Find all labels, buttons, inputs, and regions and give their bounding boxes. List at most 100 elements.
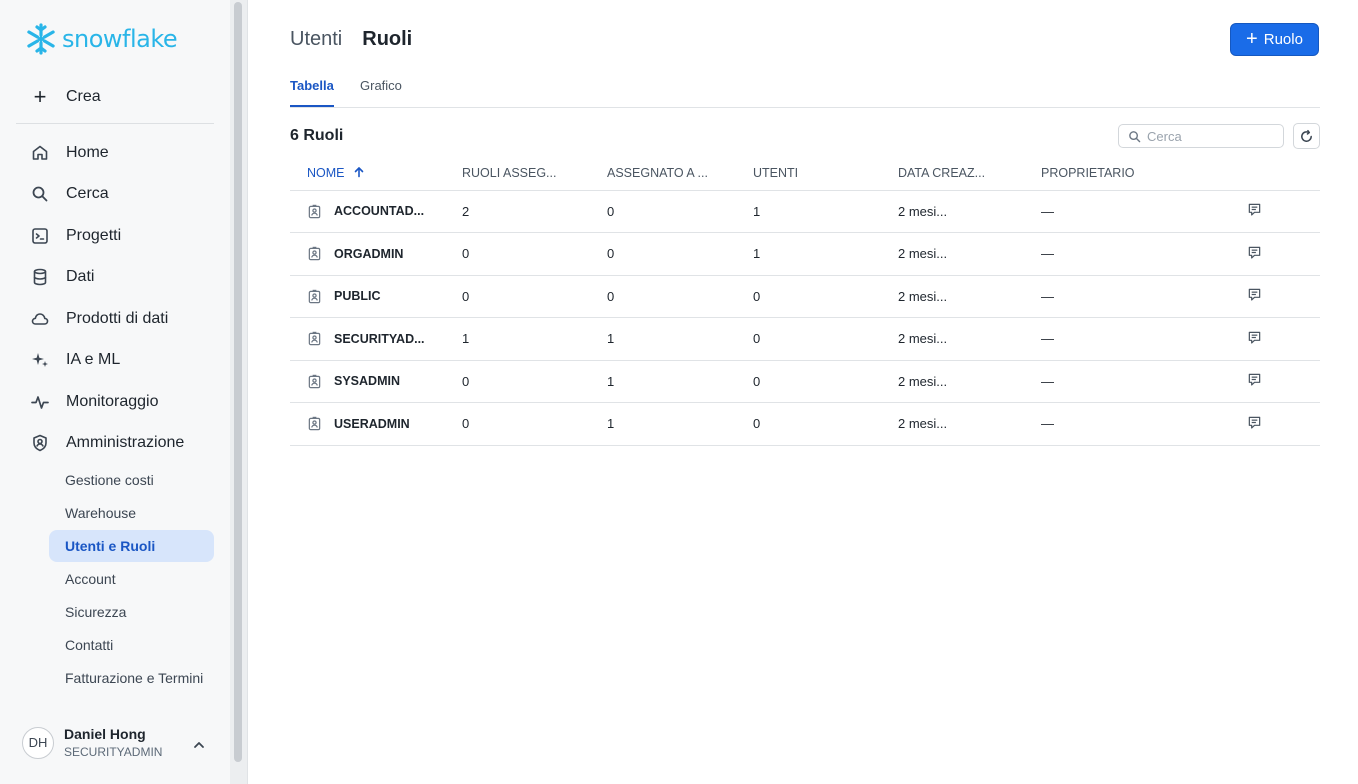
page-title: Ruoli	[362, 28, 413, 50]
cell-name[interactable]: SYSADMIN	[290, 360, 462, 403]
plus-icon: +	[33, 84, 47, 109]
comment-icon[interactable]	[1247, 415, 1262, 430]
comment-icon[interactable]	[1247, 287, 1262, 302]
cell-users: 0	[753, 317, 898, 361]
cell-comment[interactable]	[1211, 317, 1320, 361]
role-icon	[308, 332, 321, 346]
cell-assigned-to: 1	[607, 317, 753, 361]
search-input[interactable]	[1147, 128, 1277, 144]
role-name[interactable]: PUBLIC	[334, 289, 381, 303]
breadcrumb: Utenti Ruoli	[290, 28, 412, 51]
breadcrumb-users-link[interactable]: Utenti	[290, 28, 342, 51]
user-menu[interactable]: DH Daniel Hong SECURITYADMIN	[22, 726, 162, 759]
chevron-up-icon[interactable]	[190, 736, 208, 754]
create-button[interactable]: + Crea	[30, 84, 101, 110]
sidebar-item-home[interactable]: Home	[30, 143, 109, 163]
tab-chart[interactable]: Grafico	[360, 78, 402, 105]
role-name[interactable]: SYSADMIN	[334, 374, 400, 388]
table-header-row: NOME RUOLI ASSEG... ASSEGNATO A ... UTEN…	[290, 157, 1320, 191]
cell-owner: —	[1041, 402, 1211, 446]
sidebar-item-monitoring[interactable]: Monitoraggio	[30, 392, 159, 412]
cell-comment[interactable]	[1211, 360, 1320, 403]
sidebar-scrollbar[interactable]	[230, 0, 248, 784]
column-header-owner[interactable]: PROPRIETARIO	[1041, 157, 1211, 191]
search-icon	[1129, 130, 1141, 142]
cell-users: 0	[753, 360, 898, 403]
tab-table[interactable]: Tabella	[290, 78, 334, 107]
column-header-roles-assigned[interactable]: RUOLI ASSEG...	[462, 157, 607, 191]
shield-icon	[33, 434, 47, 452]
plus-icon: +	[1246, 27, 1258, 50]
sidebar-item-data[interactable]: Dati	[30, 267, 94, 287]
column-header-created[interactable]: DATA CREAZ...	[898, 157, 1041, 191]
cell-assigned-to: 1	[607, 360, 753, 403]
sidebar-subitem-warehouse[interactable]: Warehouse	[49, 497, 214, 529]
comment-icon[interactable]	[1247, 202, 1262, 217]
cell-name[interactable]: PUBLIC	[290, 275, 462, 318]
cell-created: 2 mesi...	[898, 275, 1041, 318]
cell-owner: —	[1041, 275, 1211, 318]
sidebar-subitem-account[interactable]: Account	[49, 563, 214, 595]
snowflake-logo[interactable]: snowflake	[24, 22, 178, 56]
role-icon	[308, 247, 321, 261]
sidebar-item-search[interactable]: Cerca	[30, 184, 109, 204]
logo-text: snowflake	[62, 25, 178, 53]
sidebar-subitem-cost-management[interactable]: Gestione costi	[49, 464, 214, 496]
cell-owner: —	[1041, 232, 1211, 276]
user-role: SECURITYADMIN	[64, 745, 163, 759]
user-name: Daniel Hong	[64, 726, 146, 742]
cell-comment[interactable]	[1211, 275, 1320, 318]
cell-name[interactable]: ORGADMIN	[290, 232, 462, 276]
sidebar-subitem-label: Contatti	[65, 637, 114, 653]
comment-icon[interactable]	[1247, 372, 1262, 387]
cell-name[interactable]: USERADMIN	[290, 402, 462, 446]
sidebar-subitem-billing[interactable]: Fatturazione e Termini	[49, 662, 214, 694]
column-header-actions	[1211, 157, 1320, 191]
table-row[interactable]: SYSADMIN 0 1 0 2 mesi... —	[290, 360, 1320, 403]
cell-roles-assigned: 0	[462, 275, 607, 318]
table-row[interactable]: SECURITYAD... 1 1 0 2 mesi... —	[290, 317, 1320, 361]
cell-comment[interactable]	[1211, 190, 1320, 233]
sidebar-item-data-products[interactable]: Prodotti di dati	[30, 309, 168, 329]
sidebar-item-label: Dati	[66, 268, 95, 285]
sidebar-item-label: Monitoraggio	[66, 393, 159, 410]
sidebar-item-projects[interactable]: Progetti	[30, 226, 121, 246]
sidebar-subitem-users-roles[interactable]: Utenti e Ruoli	[49, 530, 214, 562]
sidebar-item-administration[interactable]: Amministrazione	[30, 433, 184, 453]
role-name[interactable]: ACCOUNTAD...	[334, 204, 424, 218]
main-content: Utenti Ruoli + Ruolo Tabella Grafico 6 R…	[249, 0, 1358, 784]
search-box[interactable]	[1118, 124, 1284, 148]
column-header-users[interactable]: UTENTI	[753, 157, 898, 191]
refresh-icon	[1301, 129, 1312, 142]
cell-name[interactable]: SECURITYAD...	[290, 317, 462, 361]
cell-name[interactable]: ACCOUNTAD...	[290, 190, 462, 233]
cell-comment[interactable]	[1211, 402, 1320, 446]
table-row[interactable]: USERADMIN 0 1 0 2 mesi... —	[290, 402, 1320, 446]
table-row[interactable]: ACCOUNTAD... 2 0 1 2 mesi... —	[290, 190, 1320, 233]
table-row[interactable]: ORGADMIN 0 0 1 2 mesi... —	[290, 232, 1320, 276]
sidebar-item-ai-ml[interactable]: IA e ML	[30, 350, 120, 370]
cell-comment[interactable]	[1211, 232, 1320, 276]
sidebar-subitem-security[interactable]: Sicurezza	[49, 596, 214, 628]
database-icon	[33, 268, 47, 286]
cell-assigned-to: 0	[607, 190, 753, 233]
add-role-button[interactable]: + Ruolo	[1230, 23, 1319, 56]
sidebar-subitem-label: Account	[65, 571, 116, 587]
comment-icon[interactable]	[1247, 245, 1262, 260]
scrollbar-thumb[interactable]	[234, 2, 242, 762]
cell-users: 1	[753, 232, 898, 276]
refresh-button[interactable]	[1293, 123, 1320, 149]
search-icon	[32, 186, 48, 202]
sidebar-subitem-contacts[interactable]: Contatti	[49, 629, 214, 661]
sidebar-item-label: Home	[66, 144, 109, 161]
cell-roles-assigned: 0	[462, 232, 607, 276]
role-name[interactable]: USERADMIN	[334, 417, 410, 431]
comment-icon[interactable]	[1247, 330, 1262, 345]
role-name[interactable]: ORGADMIN	[334, 247, 403, 261]
sidebar-subitem-label: Fatturazione e Termini	[65, 670, 204, 686]
column-header-assigned-to[interactable]: ASSEGNATO A ...	[607, 157, 753, 191]
role-name[interactable]: SECURITYAD...	[334, 332, 425, 346]
role-icon	[308, 374, 321, 388]
column-header-name[interactable]: NOME	[290, 157, 462, 191]
table-row[interactable]: PUBLIC 0 0 0 2 mesi... —	[290, 275, 1320, 318]
